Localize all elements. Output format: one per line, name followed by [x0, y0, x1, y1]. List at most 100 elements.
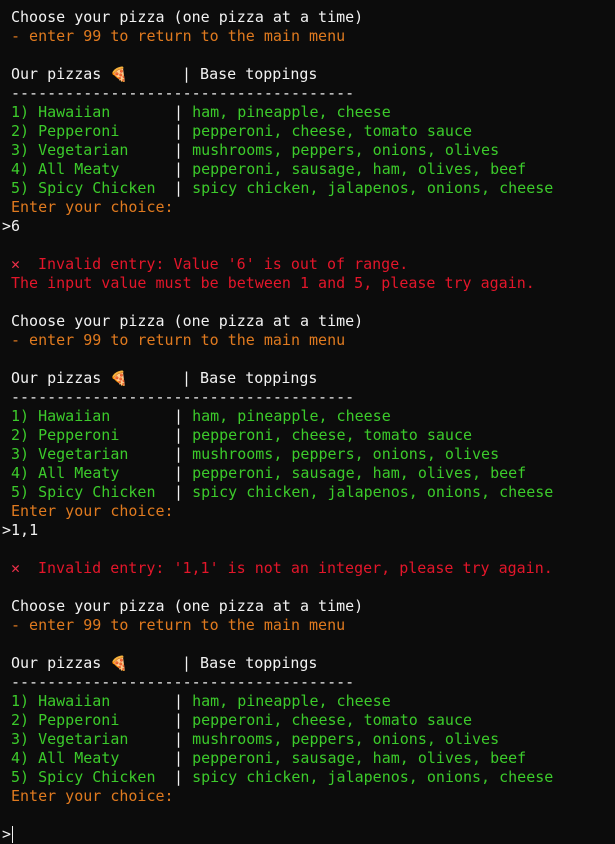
- menu-header-right: | Base toppings: [182, 369, 318, 387]
- menu-header-left: Our pizzas: [11, 369, 102, 387]
- menu-header-left: Our pizzas: [11, 65, 102, 83]
- column-divider: |: [174, 483, 193, 501]
- menu-row: 4) All Meaty | pepperoni, sausage, ham, o…: [0, 160, 615, 179]
- pizza-toppings: pepperoni, cheese, tomato sauce: [192, 122, 473, 140]
- column-divider: |: [174, 160, 193, 178]
- error-x-icon: ✕: [11, 559, 21, 577]
- prompt-hint: - enter 99 to return to the main menu: [11, 27, 346, 45]
- column-divider: |: [174, 730, 193, 748]
- prompt-hint: - enter 99 to return to the main menu: [11, 616, 346, 634]
- pizza-icon: 🍕: [110, 371, 128, 387]
- menu-separator: --------------------------------------: [11, 673, 355, 691]
- pizza-toppings: ham, pineapple, cheese: [192, 407, 391, 425]
- menu-row: 2) Pepperoni | pepperoni, cheese, tomato …: [0, 122, 615, 141]
- menu-row: 2) Pepperoni | pepperoni, cheese, tomato …: [0, 711, 615, 730]
- pizza-icon: 🍕: [110, 656, 128, 672]
- pizza-toppings: pepperoni, cheese, tomato sauce: [192, 426, 473, 444]
- menu-separator: --------------------------------------: [11, 388, 355, 406]
- pizza-name: 1) Hawaiian: [11, 692, 111, 710]
- column-divider: |: [174, 711, 193, 729]
- menu-row: 1) Hawaiian | ham, pineapple, cheese: [0, 407, 615, 426]
- column-divider: |: [174, 464, 193, 482]
- pizza-name: 5) Spicy Chicken: [11, 179, 156, 197]
- pizza-toppings: pepperoni, sausage, ham, olives, beef: [192, 464, 527, 482]
- menu-row: 5) Spicy Chicken | spicy chicken, jalapen…: [0, 179, 615, 198]
- pizza-toppings: mushrooms, peppers, onions, olives: [192, 141, 500, 159]
- pizza-toppings: spicy chicken, jalapenos, onions, cheese: [192, 768, 554, 786]
- pizza-name: 4) All Meaty: [11, 749, 120, 767]
- menu-row: 5) Spicy Chicken | spicy chicken, jalapen…: [0, 768, 615, 787]
- menu-row: 1) Hawaiian | ham, pineapple, cheese: [0, 103, 615, 122]
- pizza-toppings: pepperoni, cheese, tomato sauce: [192, 711, 473, 729]
- error-detail: The input value must be between 1 and 5,…: [11, 274, 535, 292]
- pizza-toppings: spicy chicken, jalapenos, onions, cheese: [192, 483, 554, 501]
- choice-prompt: Enter your choice:: [11, 787, 174, 805]
- menu-header: Our pizzas 🍕 | Base toppings: [0, 654, 615, 673]
- pizza-name: 2) Pepperoni: [11, 711, 120, 729]
- menu-header: Our pizzas 🍕 | Base toppings: [0, 65, 615, 84]
- column-divider: |: [174, 179, 193, 197]
- column-divider: |: [174, 141, 193, 159]
- pizza-toppings: spicy chicken, jalapenos, onions, cheese: [192, 179, 554, 197]
- column-divider: |: [174, 103, 193, 121]
- menu-header: Our pizzas 🍕 | Base toppings: [0, 369, 615, 388]
- menu-row: 3) Vegetarian | mushrooms, peppers, onion…: [0, 445, 615, 464]
- column-divider: |: [174, 749, 193, 767]
- menu-row: 3) Vegetarian | mushrooms, peppers, onion…: [0, 141, 615, 160]
- error-message: ✕ Invalid entry: Value '6' is out of rang…: [0, 255, 615, 274]
- choice-prompt: Enter your choice:: [11, 502, 174, 520]
- pizza-toppings: pepperoni, sausage, ham, olives, beef: [192, 749, 527, 767]
- menu-header-left: Our pizzas: [11, 654, 102, 672]
- pizza-toppings: ham, pineapple, cheese: [192, 103, 391, 121]
- column-divider: |: [174, 407, 193, 425]
- pizza-name: 4) All Meaty: [11, 160, 120, 178]
- pizza-name: 1) Hawaiian: [11, 407, 111, 425]
- error-text: Invalid entry: Value '6' is out of range…: [38, 255, 409, 273]
- pizza-name: 3) Vegetarian: [11, 445, 129, 463]
- pizza-name: 1) Hawaiian: [11, 103, 111, 121]
- column-divider: |: [174, 445, 193, 463]
- pizza-name: 3) Vegetarian: [11, 730, 129, 748]
- terminal-window[interactable]: Choose your pizza (one pizza at a time) …: [0, 0, 615, 843]
- pizza-toppings: mushrooms, peppers, onions, olives: [192, 730, 500, 748]
- error-text: Invalid entry: '1,1' is not an integer, …: [38, 559, 553, 577]
- pizza-icon: 🍕: [110, 67, 128, 83]
- pizza-name: 2) Pepperoni: [11, 426, 120, 444]
- error-x-icon: ✕: [11, 255, 21, 273]
- pizza-name: 5) Spicy Chicken: [11, 768, 156, 786]
- user-input-line: >6: [2, 217, 21, 235]
- error-message: ✕ Invalid entry: '1,1' is not an integer,…: [0, 559, 615, 578]
- active-input-line[interactable]: >: [0, 825, 615, 844]
- menu-row: 1) Hawaiian | ham, pineapple, cheese: [0, 692, 615, 711]
- prompt-title: Choose your pizza (one pizza at a time): [11, 597, 364, 615]
- menu-row: 5) Spicy Chicken | spicy chicken, jalapen…: [0, 483, 615, 502]
- menu-header-right: | Base toppings: [182, 654, 318, 672]
- menu-row: 2) Pepperoni | pepperoni, cheese, tomato …: [0, 426, 615, 445]
- column-divider: |: [174, 426, 193, 444]
- column-divider: |: [174, 122, 193, 140]
- pizza-toppings: mushrooms, peppers, onions, olives: [192, 445, 500, 463]
- menu-header-right: | Base toppings: [182, 65, 318, 83]
- input-prompt: >: [2, 825, 12, 843]
- prompt-title: Choose your pizza (one pizza at a time): [11, 312, 364, 330]
- column-divider: |: [174, 692, 193, 710]
- menu-separator: --------------------------------------: [11, 84, 355, 102]
- choice-prompt: Enter your choice:: [11, 198, 174, 216]
- pizza-name: 4) All Meaty: [11, 464, 120, 482]
- menu-row: 3) Vegetarian | mushrooms, peppers, onion…: [0, 730, 615, 749]
- pizza-name: 2) Pepperoni: [11, 122, 120, 140]
- column-divider: |: [174, 768, 193, 786]
- menu-row: 4) All Meaty | pepperoni, sausage, ham, o…: [0, 464, 615, 483]
- prompt-title: Choose your pizza (one pizza at a time): [11, 8, 364, 26]
- user-input-line: >1,1: [2, 521, 39, 539]
- text-cursor: [12, 826, 14, 843]
- pizza-name: 3) Vegetarian: [11, 141, 129, 159]
